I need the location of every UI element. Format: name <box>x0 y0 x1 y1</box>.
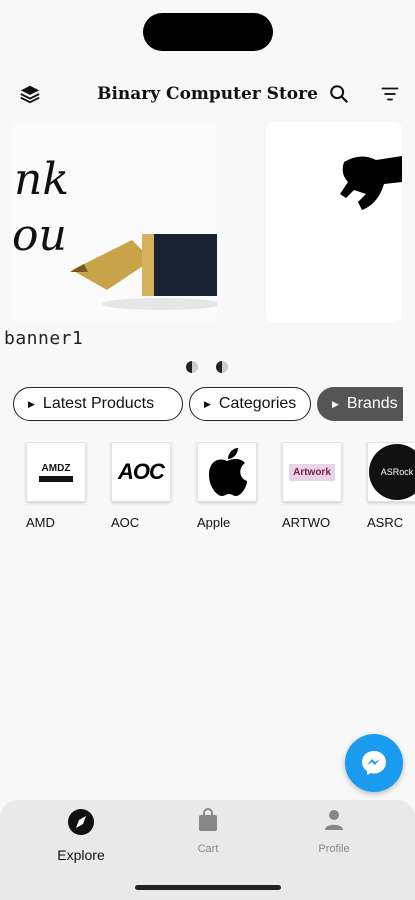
tab-brands[interactable]: ▶ Brands <box>317 387 403 421</box>
banner-script-line1: nk <box>14 154 69 205</box>
nav-profile[interactable]: Profile <box>274 808 394 855</box>
tab-label: Brands <box>346 395 398 412</box>
banner-image-1[interactable]: nk ou <box>12 122 217 323</box>
nav-label: Explore <box>57 847 105 863</box>
brand-logo-text: ASRock <box>369 444 415 500</box>
brand-logo-text: AMDZ <box>41 462 71 474</box>
tab-latest-products[interactable]: ▶ Latest Products <box>13 387 183 421</box>
brand-logo-text: Artwork <box>289 463 335 481</box>
tab-label: Latest Products <box>42 395 155 412</box>
shopping-bag-icon <box>199 808 217 831</box>
nav-cart[interactable]: Cart <box>148 808 268 855</box>
brand-name: AOC <box>111 515 140 530</box>
person-icon <box>325 810 343 830</box>
home-indicator[interactable] <box>135 885 281 890</box>
brand-name: ASRC <box>367 515 404 530</box>
brand-logo-asrock: ASRock <box>367 442 415 502</box>
banner-image-2[interactable] <box>266 122 402 323</box>
carousel-dot[interactable] <box>186 361 198 373</box>
compass-icon <box>68 809 94 835</box>
brand-logo-artwork: Artwork <box>282 442 342 502</box>
brand-item-amd[interactable]: AMDZ AMD <box>26 442 86 530</box>
messenger-icon <box>362 751 386 775</box>
brand-item-aoc[interactable]: AOC AOC <box>111 442 171 530</box>
play-icon: ▶ <box>28 398 35 409</box>
brands-list: AMDZ AMD AOC AOC Apple Artwork ARTWO ASR… <box>0 442 415 542</box>
brand-logo-aoc: AOC <box>111 442 171 502</box>
nav-label: Profile <box>318 843 350 855</box>
brand-logo-amd: AMDZ <box>26 442 86 502</box>
carousel-indicator <box>186 361 228 373</box>
tab-label: Categories <box>218 395 297 412</box>
brand-item-apple[interactable]: Apple <box>197 442 257 530</box>
banner-label: banner1 <box>4 328 84 349</box>
carousel-dot[interactable] <box>216 361 228 373</box>
dynamic-island <box>143 13 273 51</box>
brand-logo-text: AOC <box>118 459 165 484</box>
messenger-button[interactable] <box>345 734 403 792</box>
apple-icon <box>209 448 247 496</box>
brand-name: AMD <box>26 515 55 530</box>
filter-icon[interactable] <box>376 80 404 108</box>
brand-logo-apple <box>197 442 257 502</box>
tab-categories[interactable]: ▶ Categories <box>189 387 311 421</box>
app-bar: Binary Computer Store <box>0 72 415 116</box>
play-icon: ▶ <box>204 398 211 409</box>
brand-item-asrock[interactable]: ASRock ASRC <box>367 442 415 530</box>
nav-label: Cart <box>197 843 219 855</box>
banner-script-line2: ou <box>12 210 67 261</box>
search-icon[interactable] <box>325 80 353 108</box>
brand-name: ARTWO <box>282 515 331 530</box>
brand-item-artwork[interactable]: Artwork ARTWO <box>282 442 342 530</box>
brand-name: Apple <box>197 515 231 530</box>
section-tabs: ▶ Latest Products ▶ Categories ▶ Brands <box>13 387 403 425</box>
nav-explore[interactable]: Explore <box>21 808 141 863</box>
play-icon: ▶ <box>332 398 339 409</box>
